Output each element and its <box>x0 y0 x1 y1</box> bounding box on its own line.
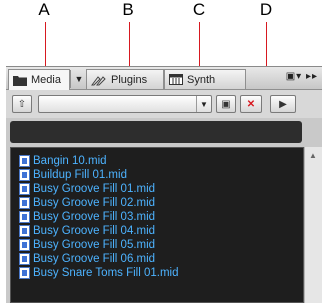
midi-file-icon <box>19 155 30 167</box>
panel-menu-icon[interactable]: ▣▾ ▸▸ <box>286 71 318 82</box>
save-location-button[interactable]: ▣ <box>216 95 236 113</box>
path-bar[interactable] <box>10 121 302 143</box>
up-folder-icon: ⇧ <box>17 98 27 110</box>
midi-file-icon <box>19 253 30 265</box>
midi-file-icon <box>19 239 30 251</box>
list-item[interactable]: Busy Groove Fill 02.mid <box>19 196 155 210</box>
midi-file-icon <box>19 267 30 279</box>
file-list: Bangin 10.mid Buildup Fill 01.mid Busy G… <box>10 147 304 303</box>
chevron-down-icon: ▼ <box>196 96 211 112</box>
callout-d: D <box>259 0 273 19</box>
parent-folder-button[interactable]: ⇧ <box>12 95 32 113</box>
tab-plugins[interactable]: Plugins <box>86 69 164 89</box>
delete-icon: ✕ <box>246 98 256 110</box>
midi-file-icon <box>19 197 30 209</box>
scroll-up-icon[interactable]: ▲ <box>309 151 317 160</box>
callout-a: A <box>38 0 50 19</box>
tab-media[interactable]: Media <box>8 69 70 90</box>
callout-b: B <box>122 0 134 19</box>
vertical-scrollbar[interactable]: ▲ <box>304 147 322 303</box>
browser-toolbar: ⇧ ▼ ▣ ✕ ▶ <box>6 90 322 118</box>
midi-file-icon <box>19 183 30 195</box>
folder-icon <box>13 75 27 86</box>
delete-location-button[interactable]: ✕ <box>240 95 262 113</box>
tab-media-dropdown-arrow[interactable]: ▼ <box>70 70 87 88</box>
callout-c: C <box>192 0 206 19</box>
list-item[interactable]: Buildup Fill 01.mid <box>19 168 127 182</box>
midi-file-icon <box>19 211 30 223</box>
tab-synth-label: Synth <box>187 73 216 86</box>
play-icon: ▶ <box>279 98 287 110</box>
list-item[interactable]: Busy Groove Fill 04.mid <box>19 224 155 238</box>
list-item[interactable]: Busy Groove Fill 06.mid <box>19 252 155 266</box>
list-item[interactable]: Busy Snare Toms Fill 01.mid <box>19 266 179 280</box>
list-item[interactable]: Busy Groove Fill 03.mid <box>19 210 155 224</box>
plugins-icon <box>91 75 106 85</box>
midi-file-icon <box>19 169 30 181</box>
content-location-dropdown[interactable]: ▼ <box>38 95 212 113</box>
list-item[interactable]: Busy Groove Fill 01.mid <box>19 182 155 196</box>
list-item[interactable]: Bangin 10.mid <box>19 154 107 168</box>
tab-plugins-label: Plugins <box>111 73 148 86</box>
midi-file-icon <box>19 225 30 237</box>
tab-media-label: Media <box>31 74 61 86</box>
list-item[interactable]: Busy Groove Fill 05.mid <box>19 238 155 252</box>
tab-synth[interactable]: Synth <box>164 69 246 89</box>
synth-icon <box>169 74 183 85</box>
tab-bar: Media ▼ Plugins Synth ▣▾ ▸▸ <box>6 67 322 90</box>
browser-panel: Media ▼ Plugins Synth ▣▾ ▸▸ ⇧ ▼ ▣ ✕ ▶ Ba… <box>6 66 322 303</box>
preview-play-button[interactable]: ▶ <box>270 95 296 113</box>
save-icon: ▣ <box>221 98 231 110</box>
